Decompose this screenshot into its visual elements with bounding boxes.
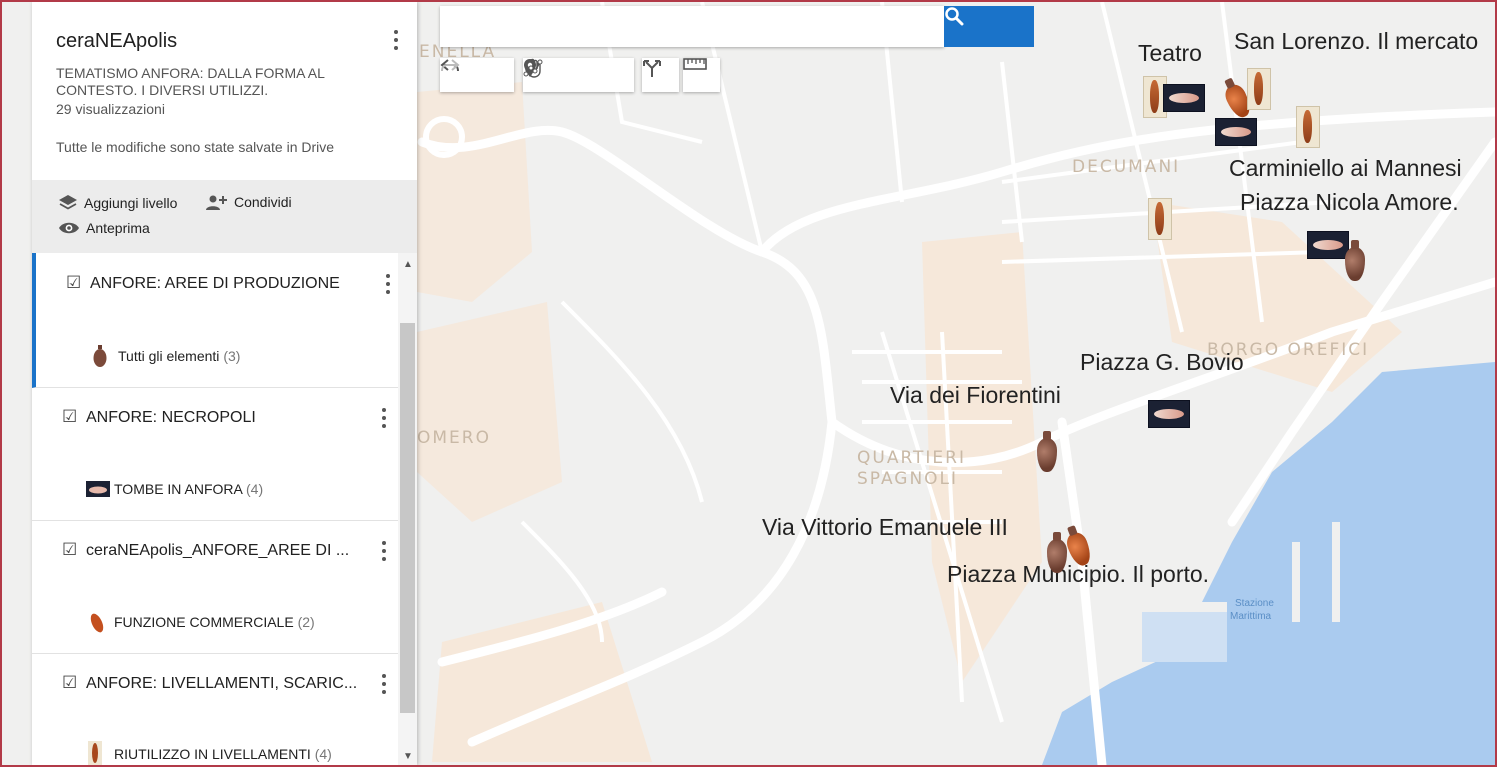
layer-name[interactable]: ANFORE: NECROPOLI [86,409,256,427]
layer-checkbox[interactable]: ☑ [62,540,77,560]
layer-livellamenti[interactable]: ☑ ANFORE: LIVELLAMENTI, SCARIC... RIUTIL… [32,653,398,765]
amphora-marker[interactable] [1148,198,1172,240]
layer-checkbox[interactable]: ☑ [62,673,77,693]
place-label-teatro: Teatro [1138,40,1202,66]
add-person-icon [206,195,227,210]
layer-item-label[interactable]: FUNZIONE COMMERCIALE (2) [114,614,315,630]
place-label-carminiello: Carminiello ai Mannesi [1229,155,1462,181]
share-label: Condividi [234,194,292,210]
redo-button[interactable] [441,58,514,92]
layer-options-menu[interactable] [378,672,390,696]
amphora-icon [92,345,108,374]
map-info: ceraNEApolis TEMATISMO ANFORA: DALLA FOR… [32,2,417,180]
history-toolbar [440,58,514,92]
tomb-marker[interactable] [1215,118,1257,146]
layer-checkbox[interactable]: ☑ [62,407,77,427]
map-description[interactable]: TEMATISMO ANFORA: DALLA FORMA AL CONTEST… [56,65,356,99]
scroll-up-icon[interactable]: ▲ [403,259,413,270]
layer-options-menu[interactable] [378,539,390,563]
layer-name[interactable]: ceraNEApolis_ANFORE_AREE DI ... [86,542,349,560]
map-title[interactable]: ceraNEApolis [56,30,177,53]
item-label-text: TOMBE IN ANFORA [114,481,243,497]
place-label-municipio: Piazza Municipio. Il porto. [947,561,1210,587]
layer-aree-produzione[interactable]: ☑ ANFORE: AREE DI PRODUZIONE Tutti gli e… [32,253,402,388]
amphora-marker[interactable] [1296,106,1320,148]
add-marker-button[interactable] [524,58,597,92]
view-count: 29 visualizzazioni [56,101,165,117]
directions-icon [643,60,661,77]
district-label: SPAGNOLI [857,469,959,489]
place-label-fiorentini: Via dei Fiorentini [890,382,1061,408]
layer-checkbox[interactable]: ☑ [66,273,81,293]
item-label-text: Tutti gli elementi [118,348,220,364]
place-label-vittorio-emanuele: Via Vittorio Emanuele III [762,514,1008,540]
layer-item-label[interactable]: TOMBE IN ANFORA (4) [114,481,263,497]
draw-line-button[interactable] [523,58,634,92]
layer-options-menu[interactable] [378,406,390,430]
layers-icon [59,195,77,210]
add-layer-button[interactable]: Aggiungi livello [58,194,177,212]
tomb-icon [86,481,110,502]
place-label-bovio: Piazza G. Bovio [1080,349,1244,375]
amphora-icon [88,610,106,639]
search-icon [945,7,964,26]
draw-line-icon [523,59,543,77]
item-count: (4) [314,746,332,762]
item-label-text: FUNZIONE COMMERCIALE [114,614,294,630]
amphora-marker[interactable] [1247,68,1271,110]
district-label: QUARTIERI [857,448,966,468]
save-status: Tutte le modifiche sono state salvate in… [56,139,335,155]
layer-name[interactable]: ANFORE: LIVELLAMENTI, SCARIC... [86,675,357,693]
layer-item-label[interactable]: Tutti gli elementi (3) [118,348,240,364]
layer-item-label[interactable]: RIUTILIZZO IN LIVELLAMENTI (4) [114,746,332,762]
layer-list: ☑ ANFORE: AREE DI PRODUZIONE Tutti gli e… [32,253,417,765]
layer-necropoli[interactable]: ☑ ANFORE: NECROPOLI TOMBE IN ANFORA (4) [32,387,398,521]
preview-button[interactable]: Anteprima [58,220,150,236]
scroll-down-icon[interactable]: ▼ [403,751,413,762]
item-count: (2) [297,614,315,630]
amphora-icon [88,741,102,765]
measure-button[interactable] [683,58,720,92]
tomb-marker[interactable] [1148,400,1190,428]
app-frame: ENELLA DECUMANI BORGO OREFICI OMERO QUAR… [2,2,1495,765]
eye-icon [59,222,79,234]
layer-aree-di[interactable]: ☑ ceraNEApolis_ANFORE_AREE DI ... FUNZIO… [32,520,398,654]
item-count: (4) [246,481,264,497]
tomb-marker[interactable] [1307,231,1349,259]
layers-panel: ceraNEApolis TEMATISMO ANFORA: DALLA FOR… [32,2,417,765]
layer-name[interactable]: ANFORE: AREE DI PRODUZIONE [90,275,340,293]
directions-toolbar [642,58,679,92]
station-label: Marittima [1230,611,1272,622]
search-field[interactable] [440,6,944,45]
search-input[interactable] [440,6,944,47]
place-label-san-lorenzo: San Lorenzo. Il mercato [1234,28,1479,54]
ruler-icon [683,58,707,70]
item-label-text: RIUTILIZZO IN LIVELLAMENTI [114,746,311,762]
place-label-nicola-amore: Piazza Nicola Amore. [1240,189,1459,215]
station-label: Stazione [1235,598,1274,609]
directions-button[interactable] [642,58,679,92]
measure-toolbar [683,58,720,92]
district-label: DECUMANI [1072,157,1181,177]
share-button[interactable]: Condividi [204,194,292,210]
tools-toolbar [523,58,634,92]
tomb-marker[interactable] [1163,84,1205,112]
add-layer-label: Aggiungi livello [84,195,178,211]
layer-list-scrollbar[interactable]: ▲ ▼ [398,253,417,765]
preview-label: Anteprima [86,220,150,236]
scrollbar-thumb[interactable] [400,323,415,713]
district-label: OMERO [417,428,491,448]
panel-actions: Aggiungi livello Condividi Anteprima [32,180,417,253]
layer-options-menu[interactable] [382,272,394,296]
redo-icon [441,59,460,72]
search-button[interactable] [944,6,1034,47]
item-count: (3) [223,348,241,364]
map-options-menu[interactable] [390,28,402,52]
